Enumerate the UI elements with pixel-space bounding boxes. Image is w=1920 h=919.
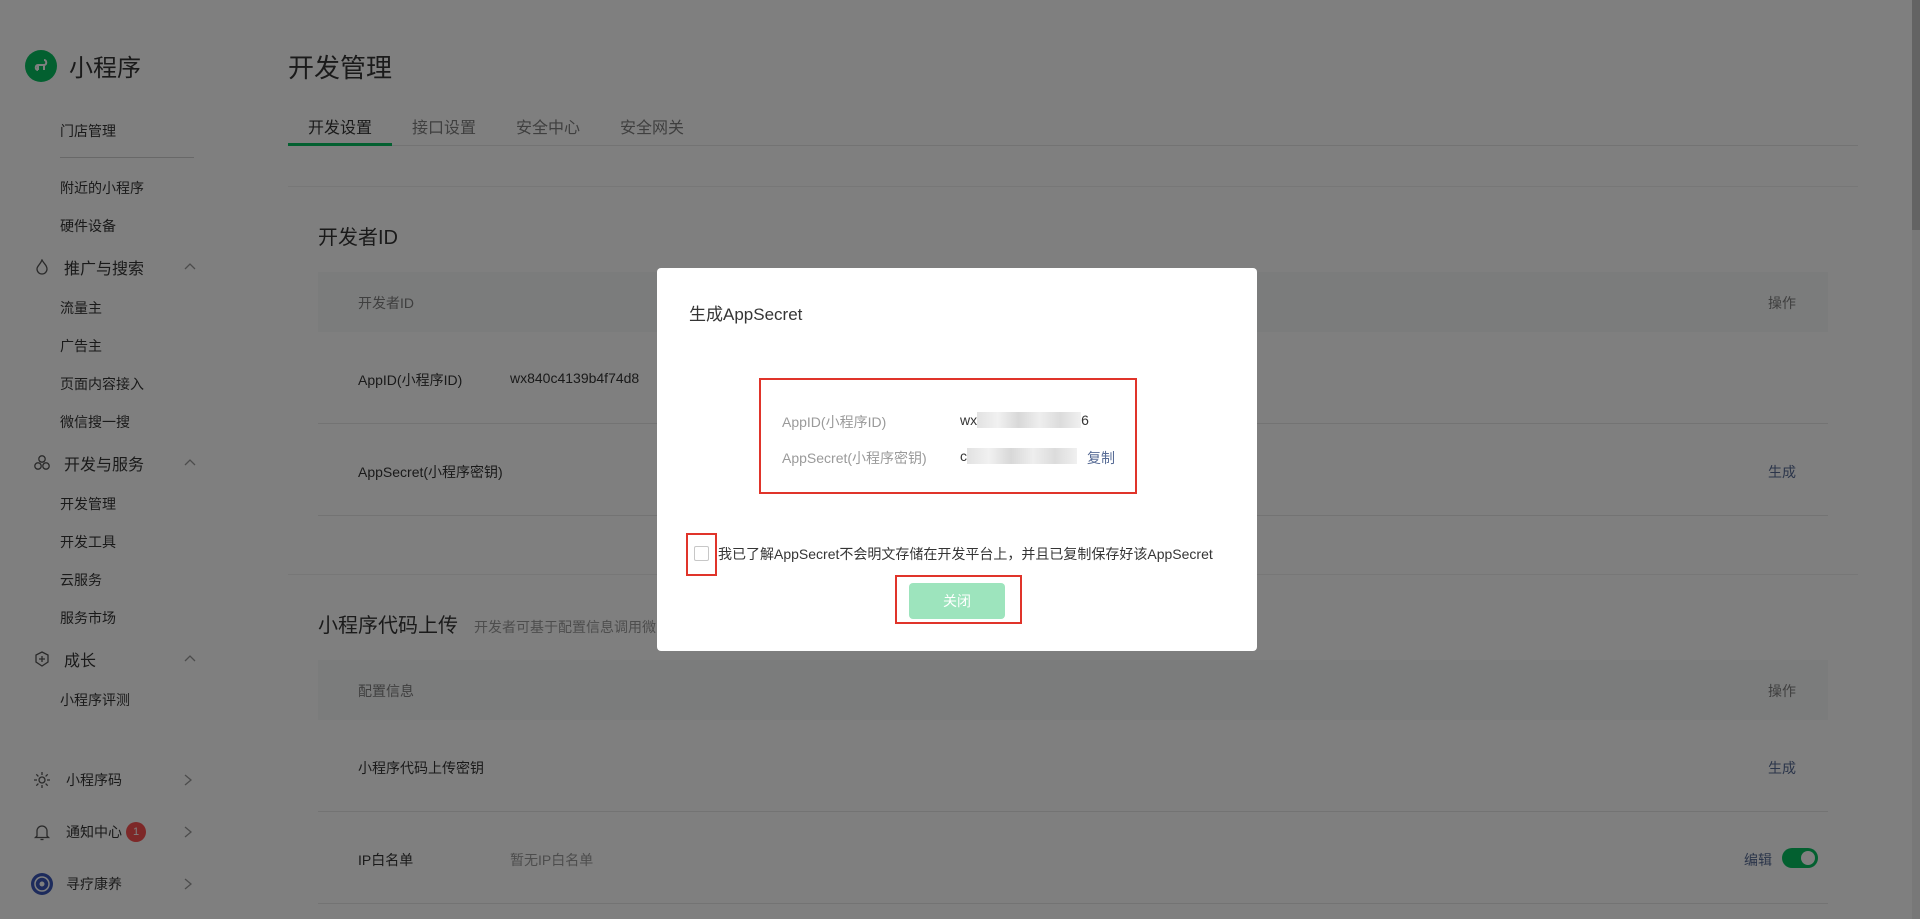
close-button[interactable]: 关闭 — [909, 583, 1005, 619]
appid-value: wx 6 — [960, 412, 1089, 428]
appsecret-value: c — [960, 448, 1077, 464]
appid-label: AppID(小程序ID) — [782, 414, 887, 430]
appid-prefix: wx — [960, 412, 978, 428]
appsecret-label: AppSecret(小程序密钥) — [782, 450, 927, 466]
generate-appsecret-dialog: 生成AppSecret AppID(小程序ID) wx 6 AppSecret(… — [657, 268, 1257, 651]
redacted-blur — [967, 448, 1077, 464]
acknowledge-text[interactable]: 我已了解AppSecret不会明文存储在开发平台上，并且已复制保存好该AppSe… — [718, 544, 1213, 564]
acknowledge-checkbox[interactable] — [694, 546, 709, 561]
appsecret-prefix: c — [960, 448, 967, 464]
dialog-title: 生成AppSecret — [689, 305, 803, 324]
appid-suffix: 6 — [1081, 412, 1089, 428]
credential-highlight-box — [759, 378, 1137, 494]
redacted-blur — [977, 412, 1082, 428]
copy-appsecret-link[interactable]: 复制 — [1087, 448, 1115, 468]
